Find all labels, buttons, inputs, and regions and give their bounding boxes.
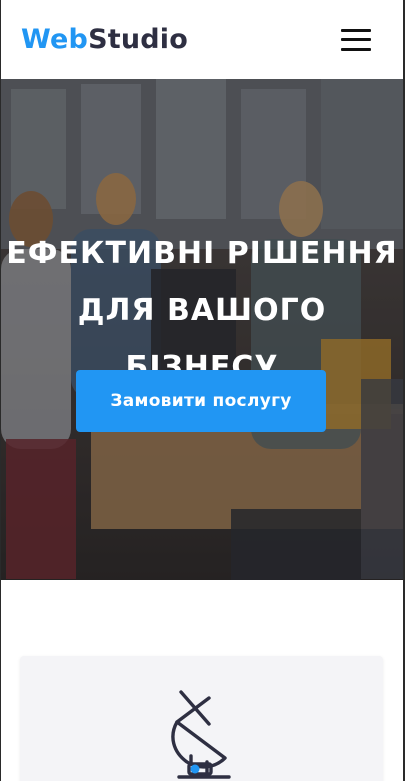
site-logo[interactable]: WebStudio bbox=[21, 24, 188, 55]
order-service-button[interactable]: Замовити послугу bbox=[76, 370, 326, 432]
logo-rest: Studio bbox=[88, 24, 188, 55]
hero-section: Ефективні рішення для вашого бізнесу Зам… bbox=[1, 79, 403, 580]
features-section bbox=[1, 580, 403, 781]
site-header: WebStudio bbox=[1, 0, 403, 79]
feature-card bbox=[20, 656, 383, 781]
hero-title-line1: Ефективні рішення bbox=[6, 236, 398, 271]
logo-accent: Web bbox=[21, 24, 89, 55]
menu-bar-top bbox=[341, 28, 371, 32]
satellite-dish-icon bbox=[171, 690, 231, 779]
menu-bar-bottom bbox=[341, 47, 371, 51]
hamburger-menu-icon[interactable] bbox=[341, 28, 371, 51]
menu-bar-middle bbox=[341, 38, 371, 41]
left-frame-border bbox=[0, 0, 1, 781]
